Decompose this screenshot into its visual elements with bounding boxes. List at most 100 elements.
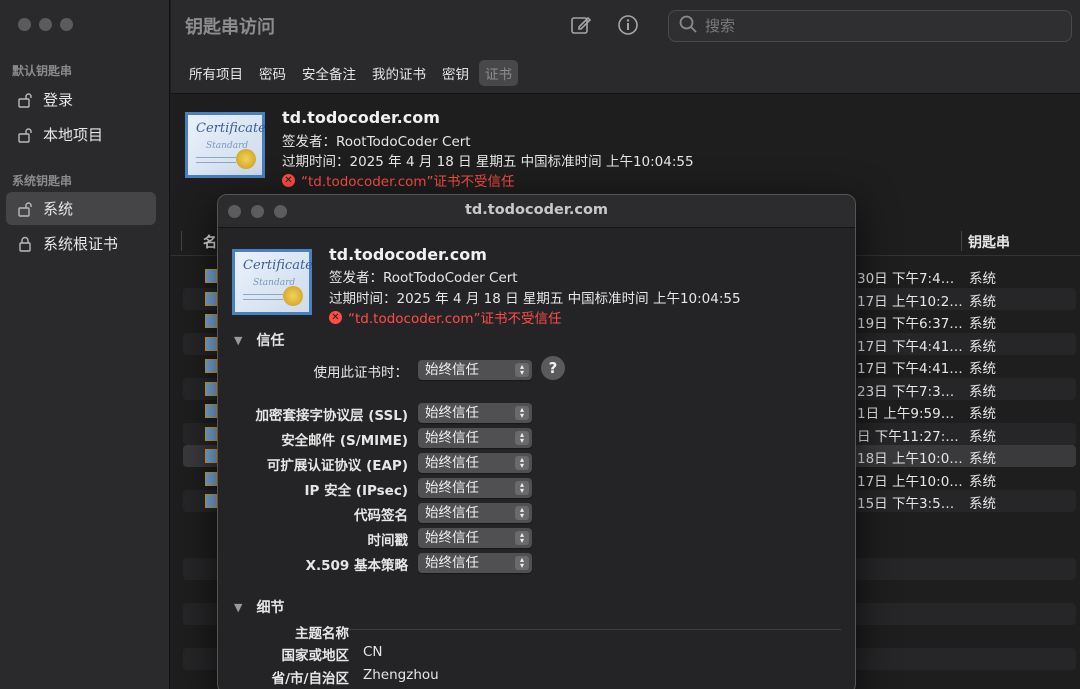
- zoom-window-button[interactable]: [60, 18, 73, 31]
- certificate-icon: [205, 314, 217, 328]
- policy-label-ipsec: IP 安全 (IPsec): [304, 483, 408, 499]
- certificate-icon: [205, 449, 217, 463]
- stepper-arrows-icon: ▴ ▾: [515, 406, 529, 420]
- detail-value-province: Zhengzhou: [363, 667, 439, 683]
- sidebar-section-system: 系统钥匙串: [12, 174, 73, 188]
- details-section-toggle[interactable]: ▼ 细节: [234, 597, 284, 617]
- error-icon: ✕: [329, 310, 342, 324]
- cert-error: ✕ “td.todocoder.com”证书不受信任: [282, 170, 515, 190]
- stepper-arrows-icon: ▴ ▾: [515, 531, 529, 545]
- toolbar: 钥匙串访问: [171, 0, 1080, 52]
- policy-popup-ssl[interactable]: 始终信任 ▴ ▾: [418, 403, 532, 423]
- close-window-button[interactable]: [18, 18, 31, 31]
- certificate-icon: [205, 494, 217, 508]
- dialog-cert-error-text: “td.todocoder.com”证书不受信任: [348, 311, 562, 327]
- sidebar-item-label: 登录: [43, 91, 74, 109]
- policy-label-x509: X.509 基本策略: [305, 558, 408, 574]
- seal-icon: [283, 286, 303, 306]
- certificate-icon: [205, 472, 217, 486]
- certificate-dialog: td.todocoder.com Certificate Standard td…: [217, 194, 856, 689]
- policy-popup-ipsec[interactable]: 始终信任 ▴ ▾: [418, 478, 532, 498]
- stepper-arrows-icon: ▴ ▾: [515, 556, 529, 570]
- tab-passwords[interactable]: 密码: [253, 60, 292, 86]
- chevron-down-icon: ▼: [234, 600, 243, 614]
- column-name[interactable]: 名: [203, 232, 217, 252]
- seal-icon: [236, 149, 256, 169]
- certificate-image: Certificate Standard: [185, 112, 266, 178]
- policy-popup-smime[interactable]: 始终信任 ▴ ▾: [418, 428, 532, 448]
- details-section-title: 细节: [256, 600, 285, 616]
- sidebar-item-login[interactable]: 登录: [6, 83, 156, 116]
- sidebar-item-label: 本地项目: [43, 126, 104, 144]
- certificate-icon: [205, 404, 217, 418]
- use-cert-label: 使用此证书时：: [313, 365, 409, 381]
- sidebar-item-label: 系统: [43, 200, 74, 218]
- policy-label-eap: 可扩展认证协议 (EAP): [266, 458, 408, 474]
- detail-label-country: 国家或地区: [281, 648, 350, 664]
- app-title: 钥匙串访问: [185, 17, 275, 38]
- error-icon: ✕: [282, 173, 295, 187]
- cert-name: td.todocoder.com: [282, 108, 440, 127]
- certificate-icon: [205, 337, 217, 351]
- search-field[interactable]: [668, 10, 1072, 42]
- tab-keys[interactable]: 密钥: [436, 60, 475, 86]
- stepper-arrows-icon: ▴ ▾: [515, 481, 529, 495]
- certificate-image: Certificate Standard: [232, 249, 313, 315]
- policy-label-timestamp: 时间戳: [367, 533, 409, 549]
- chevron-down-icon: ▼: [234, 333, 243, 347]
- minimize-window-button[interactable]: [39, 18, 52, 31]
- certificate-icon: [205, 359, 217, 373]
- dialog-cert-name: td.todocoder.com: [329, 245, 487, 264]
- info-icon[interactable]: [616, 13, 640, 37]
- policy-popup-timestamp[interactable]: 始终信任 ▴ ▾: [418, 528, 532, 548]
- stepper-arrows-icon: ▴ ▾: [515, 506, 529, 520]
- trust-section-title: 信任: [256, 333, 285, 349]
- sidebar: 默认钥匙串 登录 本地项目 系统钥匙串 系统 系统根证书: [0, 0, 170, 689]
- dialog-cert-issuer: 签发者：RootTodoCoder Cert: [329, 270, 518, 286]
- stepper-arrows-icon: ▴ ▾: [515, 456, 529, 470]
- policy-label-code-signing: 代码签名: [354, 508, 408, 524]
- sidebar-item-system[interactable]: 系统: [6, 192, 156, 225]
- trust-section-toggle[interactable]: ▼ 信任: [234, 330, 284, 350]
- unlock-icon: [16, 200, 34, 218]
- tab-secure-notes[interactable]: 安全备注: [296, 60, 362, 86]
- search-input[interactable]: [705, 17, 1045, 35]
- use-cert-popup[interactable]: 始终信任 ▴ ▾: [418, 360, 532, 380]
- subject-name-heading: 主题名称: [295, 626, 349, 642]
- policy-popup-code-signing[interactable]: 始终信任 ▴ ▾: [418, 503, 532, 523]
- policy-label-ssl: 加密套接字协议层 (SSL): [255, 408, 408, 424]
- certificate-icon: [205, 427, 217, 441]
- divider: [349, 629, 841, 630]
- sidebar-section-default: 默认钥匙串: [12, 64, 73, 78]
- detail-label-province: 省/市/自治区: [271, 671, 349, 687]
- category-tabs: 所有项目 密码 安全备注 我的证书 密钥 证书: [171, 52, 1080, 94]
- unlock-icon: [16, 91, 34, 109]
- certificate-icon: [205, 269, 217, 283]
- dialog-titlebar: td.todocoder.com: [218, 195, 855, 228]
- stepper-arrows-icon: ▴ ▾: [515, 363, 529, 377]
- sidebar-item-system-roots[interactable]: 系统根证书: [6, 227, 156, 260]
- cert-expiry: 过期时间：2025 年 4 月 18 日 星期五 中国标准时间 上午10:04:…: [282, 154, 694, 170]
- compose-icon[interactable]: [569, 13, 593, 37]
- policy-popup-x509[interactable]: 始终信任 ▴ ▾: [418, 553, 532, 573]
- unlock-icon: [16, 126, 34, 144]
- sidebar-item-label: 系统根证书: [43, 235, 119, 253]
- dialog-cert-error: ✕ “td.todocoder.com”证书不受信任: [329, 307, 562, 327]
- dialog-cert-expiry: 过期时间：2025 年 4 月 18 日 星期五 中国标准时间 上午10:04:…: [329, 291, 741, 307]
- search-icon: [679, 15, 697, 37]
- detail-value-country: CN: [363, 644, 383, 660]
- certificate-icon: [205, 382, 217, 396]
- cert-issuer: 签发者：RootTodoCoder Cert: [282, 134, 471, 150]
- policy-popup-eap[interactable]: 始终信任 ▴ ▾: [418, 453, 532, 473]
- help-button[interactable]: ?: [541, 356, 565, 380]
- sidebar-item-local[interactable]: 本地项目: [6, 118, 156, 151]
- tab-certificates[interactable]: 证书: [479, 59, 518, 86]
- policy-label-smime: 安全邮件 (S/MIME): [281, 433, 408, 449]
- dialog-title: td.todocoder.com: [464, 202, 609, 218]
- tab-my-certificates[interactable]: 我的证书: [366, 60, 432, 86]
- tab-all-items[interactable]: 所有项目: [183, 60, 249, 86]
- window-controls: [18, 18, 73, 31]
- lock-icon: [16, 235, 34, 253]
- column-keychain[interactable]: 钥匙串: [968, 232, 1010, 252]
- stepper-arrows-icon: ▴ ▾: [515, 431, 529, 445]
